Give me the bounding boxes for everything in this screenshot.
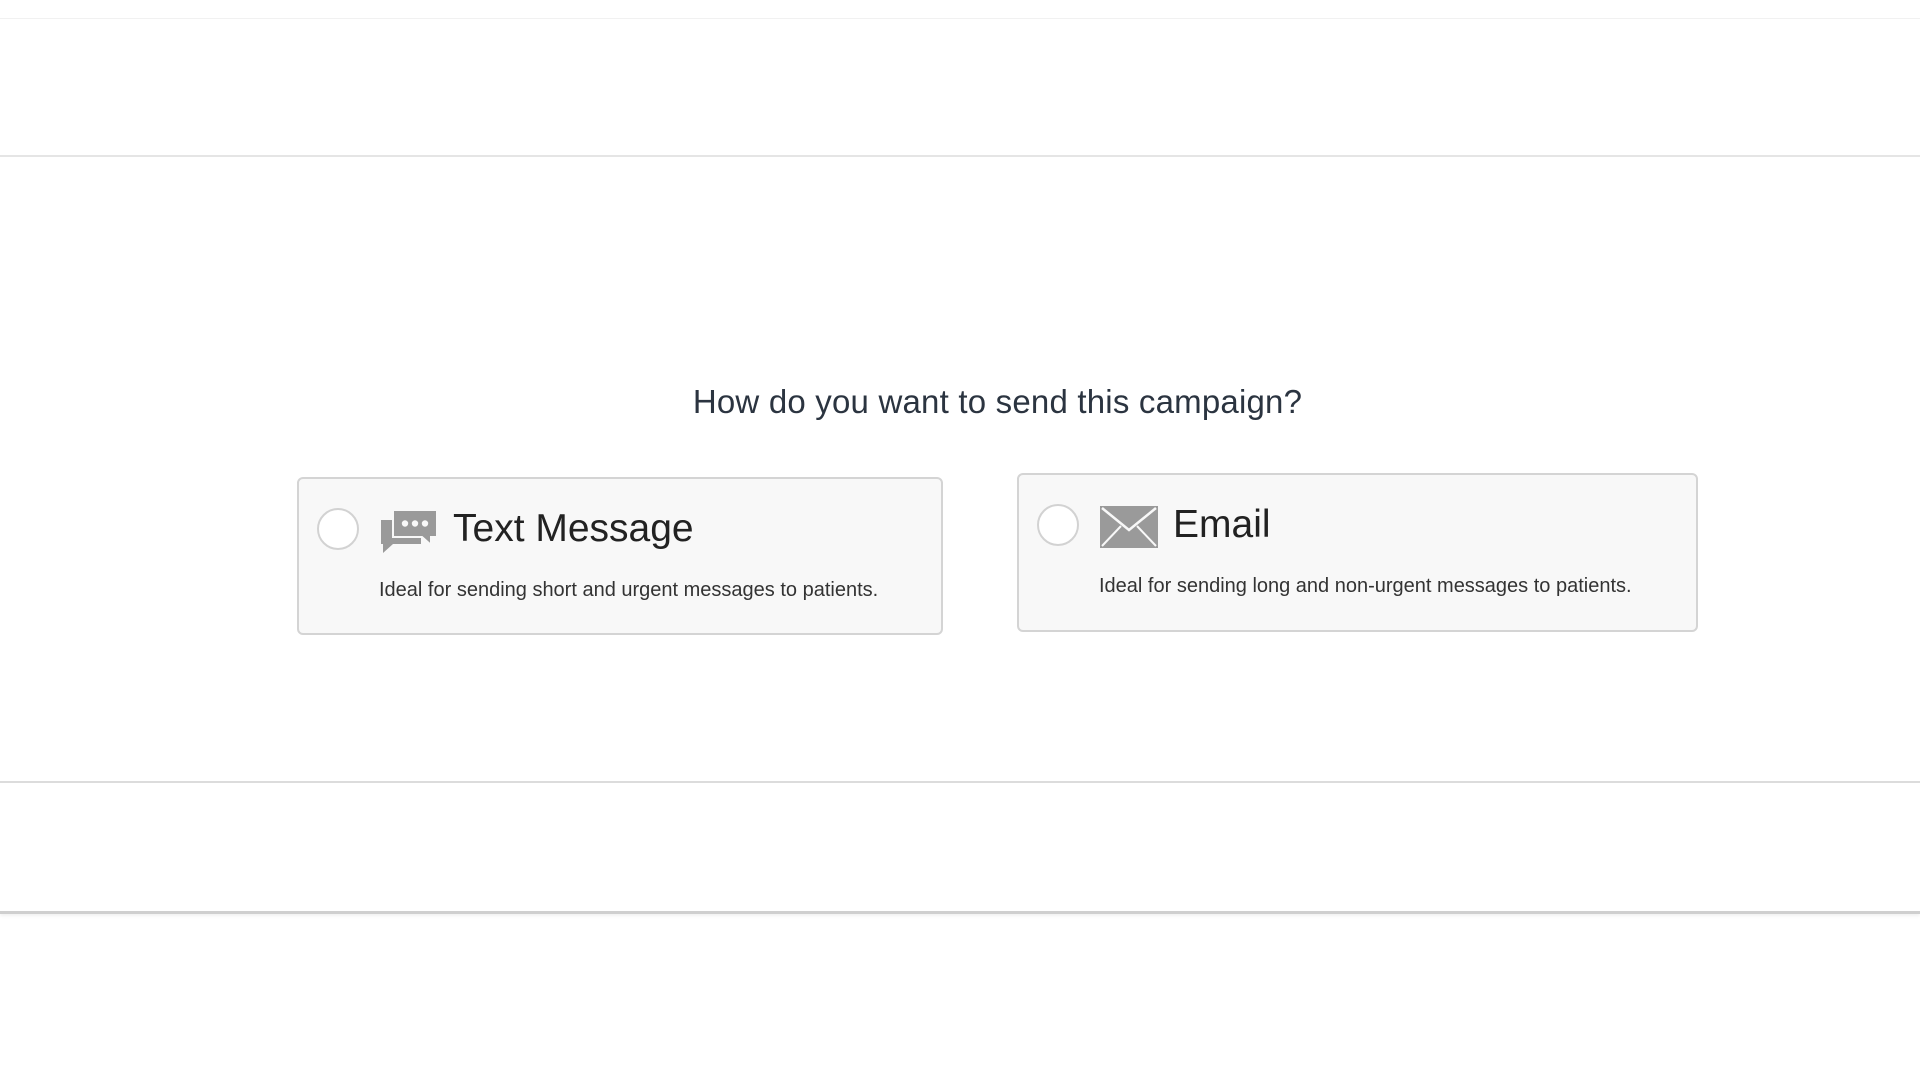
footer-panel xyxy=(0,783,1920,914)
campaign-question: How do you want to send this campaign? xyxy=(692,383,1303,420)
text-message-radio[interactable] xyxy=(317,508,359,550)
text-message-title: Text Message xyxy=(453,507,694,550)
email-radio[interactable] xyxy=(1037,504,1079,546)
email-description: Ideal for sending long and non-urgent me… xyxy=(1099,575,1632,597)
header-band xyxy=(0,19,1920,157)
text-message-option-card[interactable]: Text Message Ideal for sending short and… xyxy=(297,477,943,635)
email-option-card[interactable]: Email Ideal for sending long and non-urg… xyxy=(1017,473,1698,632)
envelope-icon xyxy=(1099,502,1159,552)
chat-bubbles-icon xyxy=(379,506,439,556)
top-strip xyxy=(0,0,1920,19)
text-message-description: Ideal for sending short and urgent messa… xyxy=(379,579,879,601)
email-title: Email xyxy=(1173,503,1271,546)
main-panel xyxy=(0,157,1920,783)
